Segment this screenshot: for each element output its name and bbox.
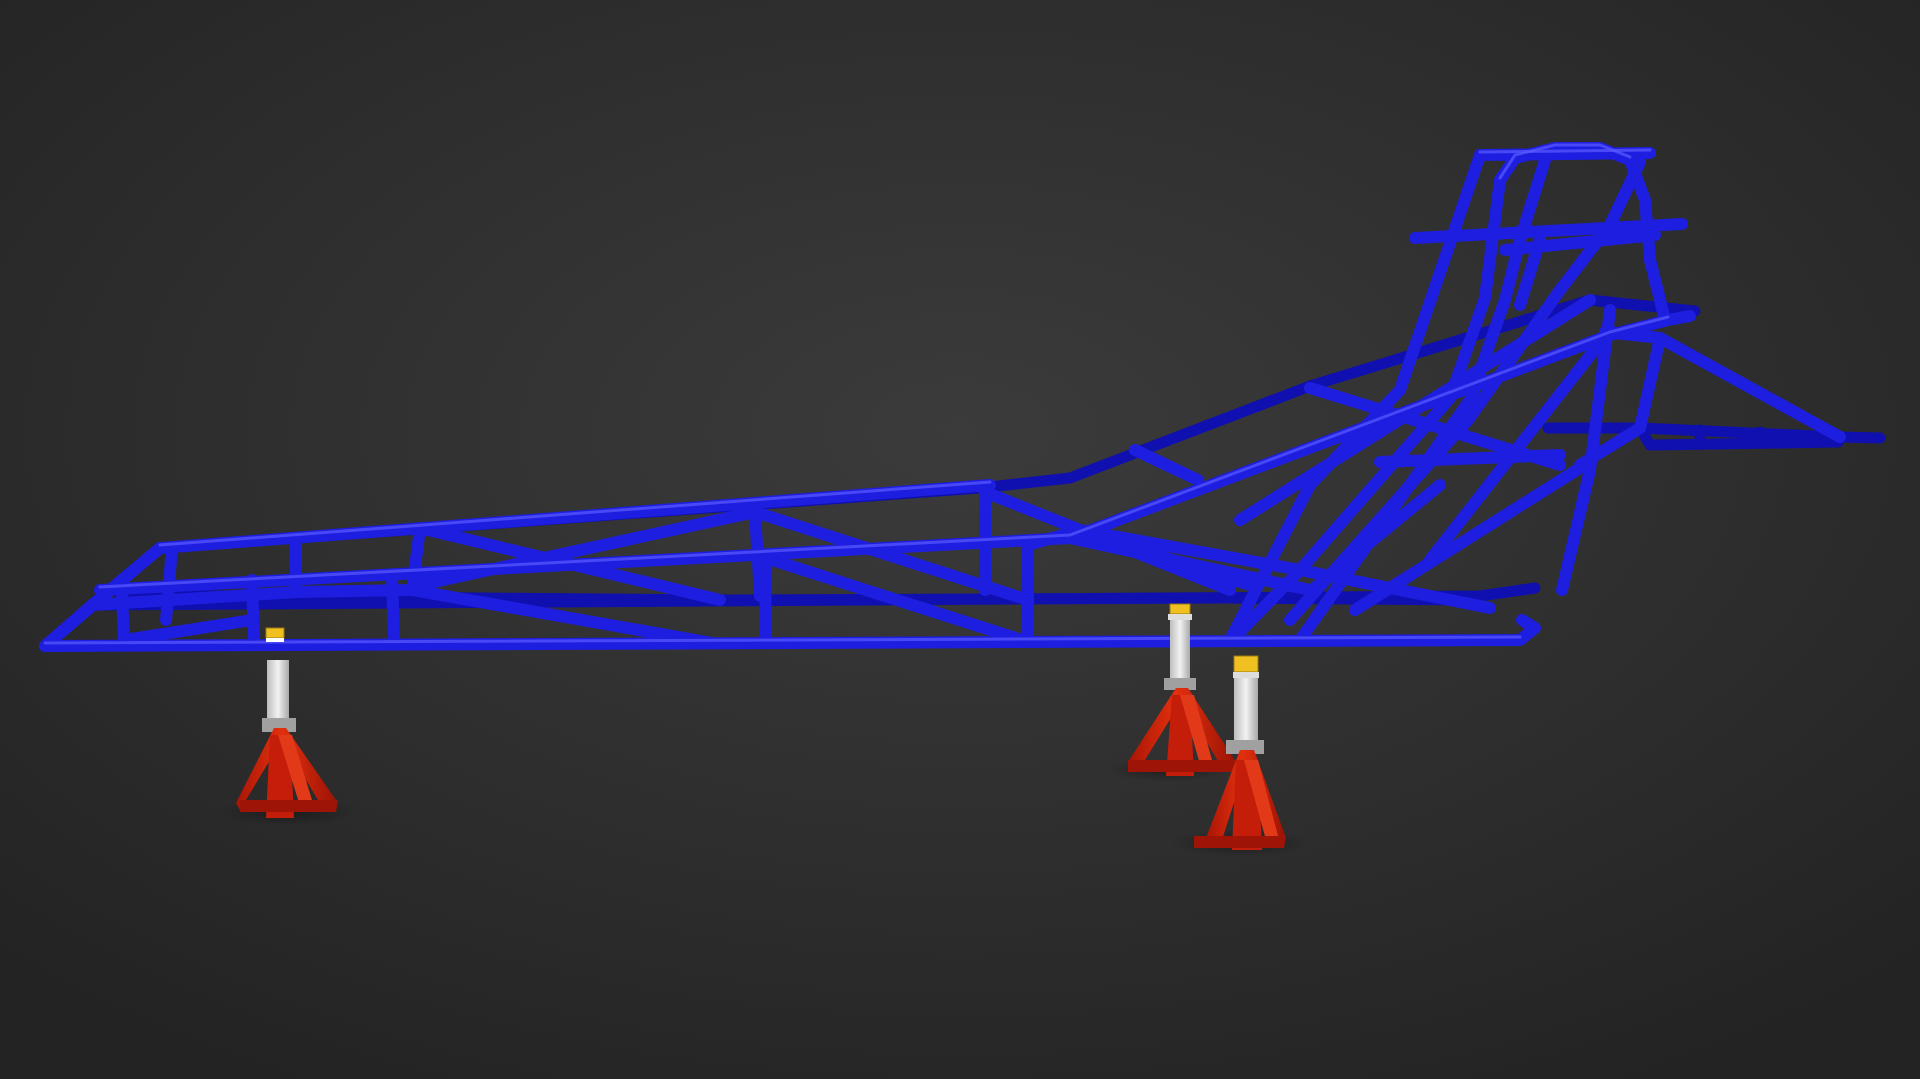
render-viewport [0, 0, 1920, 1079]
scene-render [0, 0, 1920, 1079]
